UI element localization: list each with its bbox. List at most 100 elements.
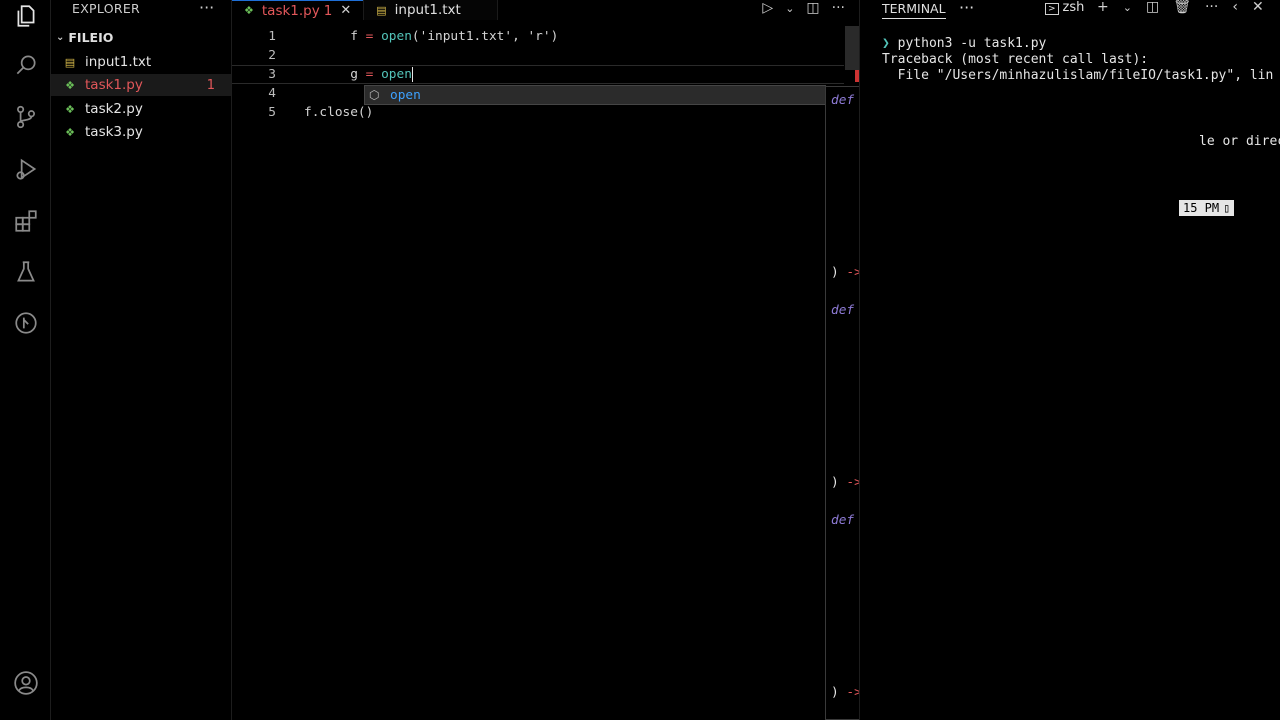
doc-indent <box>831 208 862 223</box>
problem-count-badge: 1 <box>206 77 215 93</box>
doc-indent <box>831 456 862 471</box>
file-item-task3[interactable]: ❖ task3.py <box>51 121 231 143</box>
text-cursor <box>411 67 413 82</box>
command-text: python3 -u task1.py <box>897 36 1047 51</box>
doc-indent <box>831 628 862 643</box>
code-token: f.close() <box>304 105 374 120</box>
chevron-down-icon[interactable]: ⌄ <box>1123 1 1132 15</box>
python-file-icon: ❖ <box>65 78 75 92</box>
trash-icon[interactable]: 🗑 <box>1173 0 1191 15</box>
more-actions-icon[interactable]: ··· <box>832 0 845 16</box>
method-icon: ⬡ <box>369 88 380 102</box>
file-item-input1[interactable]: ▤ input1.txt <box>51 51 231 73</box>
doc-indent <box>831 437 862 452</box>
doc-indent <box>831 609 862 624</box>
doc-indent <box>831 150 862 165</box>
file-item-task1[interactable]: ❖ task1.py 1 <box>51 74 231 96</box>
doc-indent <box>831 418 862 433</box>
doc-indent <box>831 112 862 127</box>
doc-indent <box>831 322 862 337</box>
terminal-toolbar: + ⌄ ◫ 🗑 ··· ‹ ✕ <box>1097 0 1264 15</box>
account-icon[interactable] <box>12 669 40 697</box>
code-token: ('input1.txt', 'r') <box>411 29 559 44</box>
explorer-icon[interactable] <box>12 2 40 30</box>
split-terminal-icon[interactable]: ◫ <box>1146 0 1159 15</box>
python-file-icon: ❖ <box>244 4 254 17</box>
terminal-icon: > <box>1045 3 1059 15</box>
run-icon[interactable]: ▷ <box>762 0 773 16</box>
line-number: 3 <box>268 67 276 82</box>
text-file-icon: ▤ <box>64 55 76 69</box>
code-token: f <box>350 29 358 44</box>
autocomplete-item[interactable]: ⬡ open <box>364 85 826 105</box>
file-item-task2[interactable]: ❖ task2.py <box>51 98 231 120</box>
doc-indent <box>831 399 862 414</box>
code-line[interactable]: 1 f = open('input1.txt', 'r') <box>232 27 844 46</box>
doc-indent <box>831 246 862 261</box>
terminal-line-partial: le or direc <box>1199 134 1280 149</box>
timestamp-text: 15 PM <box>1183 201 1220 215</box>
python-file-icon: ❖ <box>65 125 75 139</box>
split-editor-icon[interactable]: ◫ <box>806 0 819 16</box>
more-actions-icon[interactable]: ··· <box>199 0 214 17</box>
plus-icon[interactable]: + <box>1097 0 1109 15</box>
close-icon[interactable]: ✕ <box>1252 0 1264 15</box>
editor-area: ❖ task1.py 1 ✕ ▤ input1.txt ▷ ⌄ ◫ ··· 1 … <box>232 0 859 720</box>
doc-indent <box>831 341 862 356</box>
editor-scrollbar[interactable] <box>845 26 859 70</box>
doc-keyword: def <box>831 303 855 319</box>
chevron-down-icon: ⌄ <box>56 32 65 43</box>
explorer-sidebar: EXPLORER ··· ⌄ FILEIO ▤ input1.txt ❖ tas… <box>51 0 232 720</box>
line-number: 1 <box>268 29 276 44</box>
folder-header[interactable]: ⌄ FILEIO <box>56 30 113 45</box>
remote-git-icon[interactable] <box>12 309 40 337</box>
testing-icon[interactable] <box>12 258 40 286</box>
more-actions-icon[interactable]: ··· <box>959 0 974 17</box>
chevron-down-icon[interactable]: ⌄ <box>785 2 794 16</box>
doc-indent <box>831 169 862 184</box>
editor-actions: ▷ ⌄ ◫ ··· <box>762 0 845 16</box>
doc-indent <box>831 532 862 547</box>
code-token: = <box>357 67 382 82</box>
folder-name: FILEIO <box>68 30 114 45</box>
code-line[interactable]: 5 f.close() <box>232 103 844 122</box>
shell-name: zsh <box>1062 0 1085 15</box>
code-token: g <box>350 67 358 82</box>
code-token: open <box>381 29 412 44</box>
chevron-left-icon[interactable]: ‹ <box>1232 0 1238 15</box>
doc-indent <box>831 666 862 681</box>
doc-indent <box>831 590 862 605</box>
run-debug-icon[interactable] <box>12 155 40 183</box>
more-actions-icon[interactable]: ··· <box>1205 0 1218 15</box>
prompt-icon: ❯ <box>882 36 890 51</box>
terminal-line: ❯ python3 -u task1.py <box>882 36 1046 51</box>
line-number: 4 <box>268 86 276 101</box>
doc-indent <box>831 551 862 566</box>
doc-indent <box>831 360 862 375</box>
terminal-shell-selector[interactable]: > zsh <box>1045 0 1084 15</box>
search-icon[interactable] <box>12 51 40 79</box>
timestamp-badge: 15 PM ▯ <box>1179 200 1235 216</box>
doc-punct: ) <box>831 475 847 490</box>
doc-indent <box>831 571 862 586</box>
doc-indent <box>831 227 862 242</box>
file-name: task3.py <box>85 124 143 140</box>
doc-keyword: def <box>831 93 855 108</box>
terminal-header: TERMINAL ··· > zsh + ⌄ ◫ 🗑 ··· ‹ ✕ <box>860 0 1280 20</box>
suggestion-label: open <box>390 87 421 103</box>
code-line-current[interactable]: 3 g = open <box>232 65 844 84</box>
terminal-title[interactable]: TERMINAL <box>882 1 946 19</box>
terminal-line: Traceback (most recent call last): <box>882 52 1149 67</box>
line-number: 5 <box>268 105 276 120</box>
code-token: open <box>381 67 412 82</box>
doc-punct: ) <box>831 264 847 280</box>
activity-bar <box>0 0 51 720</box>
doc-indent <box>831 131 862 146</box>
python-file-icon: ❖ <box>65 102 75 116</box>
source-control-icon[interactable] <box>12 103 40 131</box>
terminal-line: File "/Users/minhazulislam/fileIO/task1.… <box>882 68 1274 83</box>
file-name: task2.py <box>85 101 143 117</box>
extensions-icon[interactable] <box>12 207 40 235</box>
doc-indent <box>831 647 862 662</box>
file-name: task1.py <box>85 77 143 93</box>
